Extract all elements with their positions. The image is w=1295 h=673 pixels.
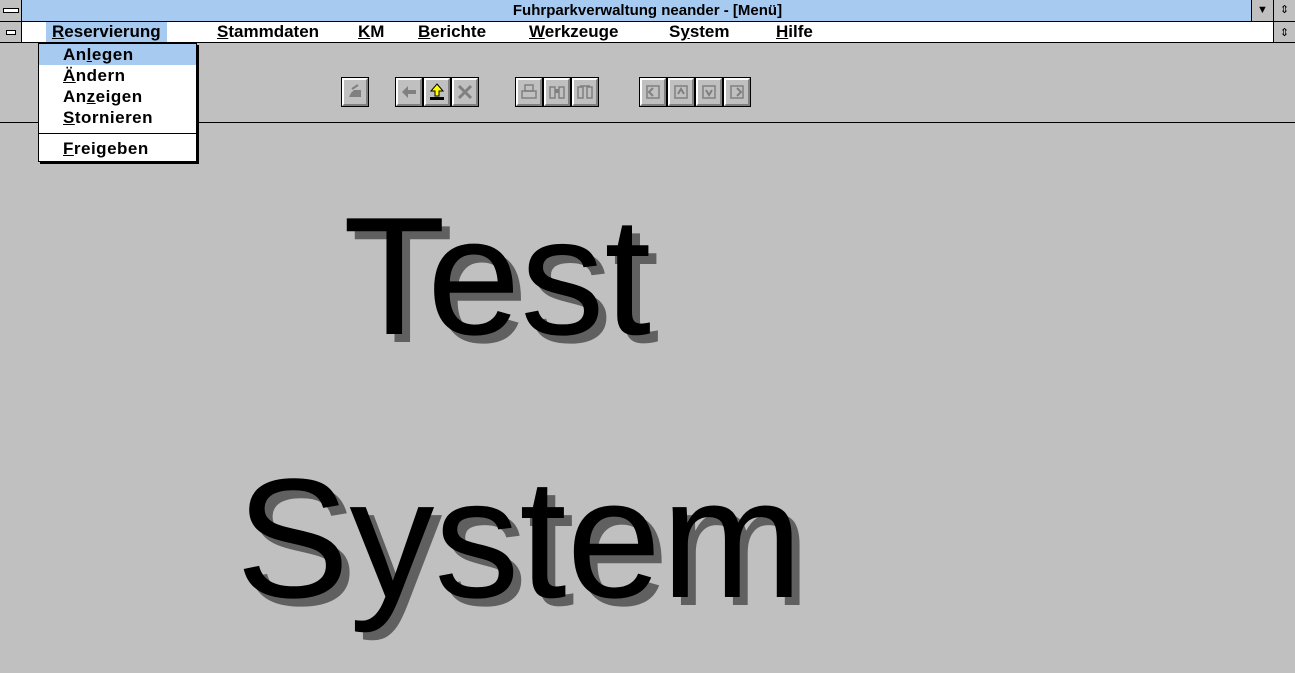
restore-button[interactable]: ⇕ [1273,0,1295,21]
menu-bar: Reservierung Stammdaten KM Berichte Werk… [0,22,1295,43]
document-restore-button[interactable]: ⇕ [1273,22,1295,42]
first-record-icon [646,85,660,99]
print-button[interactable] [515,77,543,107]
cancel-x-icon [457,84,473,100]
menu-reservierung[interactable]: Reservierung [46,22,167,42]
reservierung-dropdown-menu: Anlegen Ändern Anzeigen Stornieren Freig… [38,43,197,162]
splash-text-system: System [236,444,803,634]
previous-record-icon [674,85,688,99]
menu-item-freigeben[interactable]: Freigeben [39,138,196,159]
previous-record-button[interactable] [667,77,695,107]
menu-stammdaten[interactable]: Stammdaten [211,22,325,42]
next-record-icon [702,85,716,99]
document-system-menu-button[interactable] [0,22,22,42]
menu-hilfe[interactable]: Hilfe [770,22,819,42]
menu-item-aendern[interactable]: Ändern [39,65,196,86]
upload-button[interactable] [423,77,451,107]
restore-icon: ⇕ [1279,4,1290,16]
last-record-button[interactable] [723,77,751,107]
back-arrow-icon [402,86,416,98]
window-title: Fuhrparkverwaltung neander - [Menü] [512,2,783,19]
minimize-button[interactable]: ▼ [1251,0,1273,21]
menu-km[interactable]: KM [352,22,390,42]
binoculars-disabled-icon [577,85,593,99]
splash-text-test: Test [343,182,652,370]
minimize-icon: ▼ [1257,4,1268,16]
cancel-button[interactable] [451,77,479,107]
main-content: Test System [8,124,1295,673]
title-bar[interactable]: Fuhrparkverwaltung neander - [Menü] ▼ ⇕ [0,0,1295,22]
menu-item-anzeigen[interactable]: Anzeigen [39,86,196,107]
binoculars-icon [549,86,565,99]
menu-berichte[interactable]: Berichte [412,22,492,42]
menu-system[interactable]: System [663,22,736,42]
exit-button[interactable] [341,77,369,107]
document-system-menu-icon [5,29,16,35]
menu-item-anlegen[interactable]: Anlegen [39,44,196,65]
search-button[interactable] [543,77,571,107]
document-restore-icon: ⇕ [1279,26,1290,39]
last-record-icon [730,85,744,99]
exit-icon [349,84,361,97]
menu-item-stornieren[interactable]: Stornieren [39,107,196,128]
next-record-button[interactable] [695,77,723,107]
menu-werkzeuge[interactable]: Werkzeuge [523,22,624,42]
back-button[interactable] [395,77,423,107]
menu-separator [39,133,196,134]
first-record-button[interactable] [639,77,667,107]
upload-icon [429,83,445,100]
print-icon [521,84,537,99]
search-next-button[interactable] [571,77,599,107]
app-window: Fuhrparkverwaltung neander - [Menü] ▼ ⇕ … [0,0,1295,673]
